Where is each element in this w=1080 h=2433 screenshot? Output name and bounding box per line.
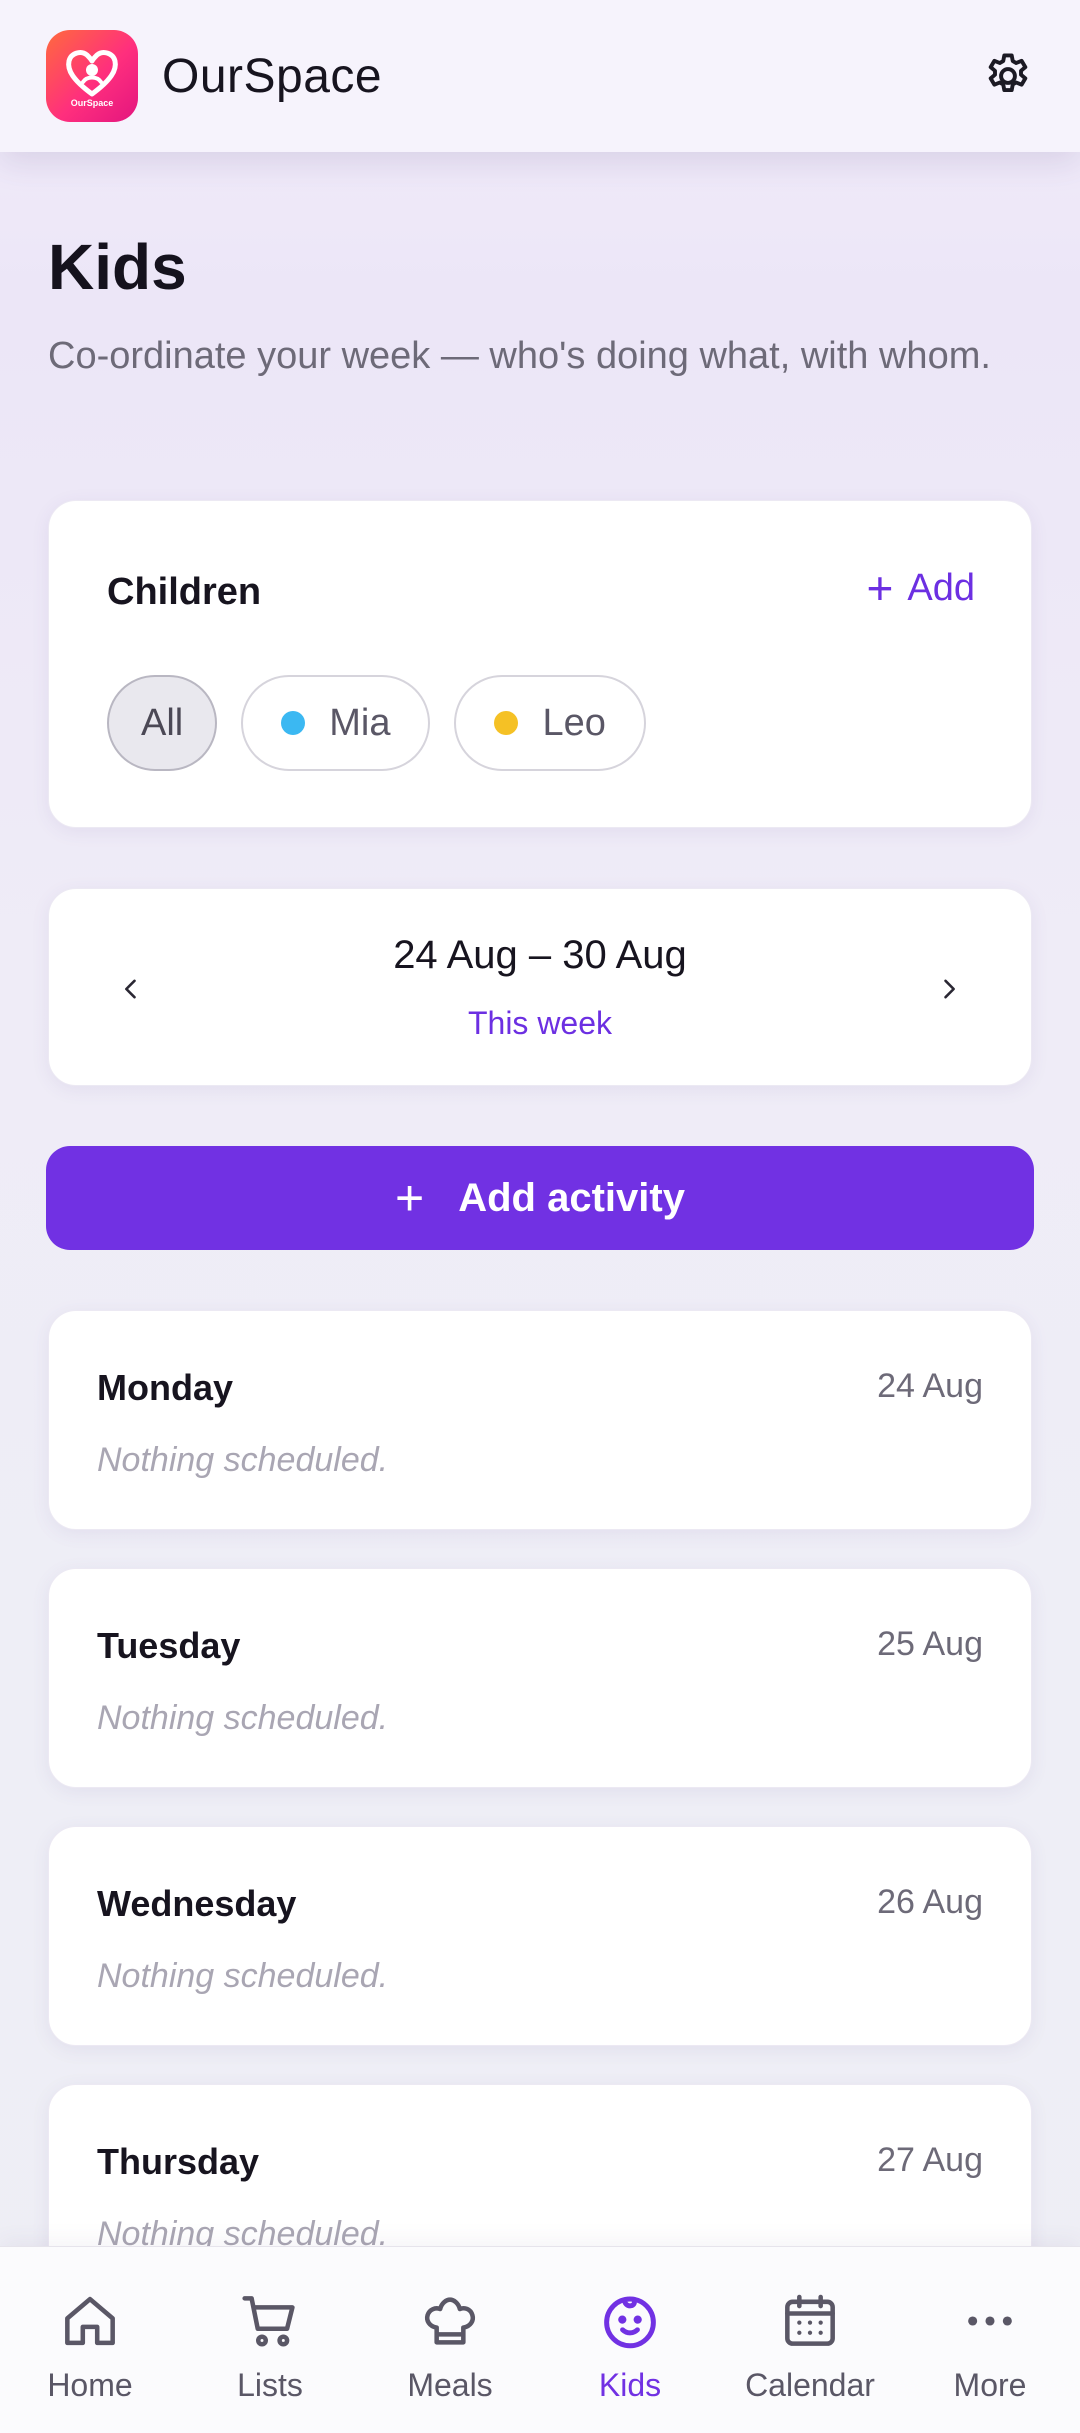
nav-label: Calendar [745,2367,875,2403]
day-name: Monday [97,1367,234,1408]
heart-logo-icon [66,50,118,97]
empty-state-text: Nothing scheduled. [97,1699,389,1737]
bottom-nav: Home Lists Meals Kids Calendar More [0,2246,1080,2433]
kid-face-icon [597,2285,663,2357]
logo-text: OurSpace [70,98,114,108]
children-card: Children + Add All Mia Leo [48,500,1032,828]
add-activity-button[interactable]: + Add activity [46,1146,1034,1250]
nav-lists[interactable]: Lists [190,2285,350,2404]
page-title: Kids [48,231,187,303]
chip-label: All [141,701,184,744]
cart-icon [238,2285,302,2357]
chevron-left-icon [125,979,136,999]
empty-state-text: Nothing scheduled. [97,1441,389,1479]
calendar-icon [778,2285,842,2357]
week-range: 24 Aug – 30 Aug [393,933,687,977]
day-name: Thursday [97,2141,260,2182]
nav-label: Home [47,2367,133,2403]
day-date: 24 Aug [877,1367,983,1405]
day-date: 25 Aug [877,1625,983,1663]
plus-icon: + [866,562,894,614]
add-child-button[interactable]: + Add [867,565,976,611]
nav-label: Kids [598,2367,662,2403]
nav-meals[interactable]: Meals [370,2285,530,2404]
chip-label: Mia [329,701,391,744]
child-filter-chips: All Mia Leo [107,675,646,771]
app-logo[interactable]: OurSpace [46,30,138,122]
plus-icon: + [395,1170,425,1226]
week-label: This week [467,1005,613,1041]
nav-kids[interactable]: Kids [550,2285,710,2404]
nav-label: Meals [407,2367,493,2403]
chip-label: Leo [542,701,606,744]
day-date: 27 Aug [877,2141,983,2179]
chip-leo[interactable]: Leo [454,675,646,771]
settings-button[interactable] [978,46,1038,106]
day-name: Wednesday [97,1883,297,1924]
chip-all[interactable]: All [107,675,218,771]
day-name: Tuesday [97,1625,241,1666]
page-subtitle: Co-ordinate your week — who's doing what… [48,335,991,377]
chef-hat-icon [418,2285,482,2357]
nav-home[interactable]: Home [10,2285,170,2404]
nav-more[interactable]: More [910,2285,1070,2404]
nav-calendar[interactable]: Calendar [730,2285,890,2404]
add-activity-label: Add activity [458,1175,685,1220]
child-color-dot [494,711,519,735]
add-child-label: Add [907,566,975,609]
next-week-button[interactable] [919,959,979,1019]
week-selector: 24 Aug – 30 Aug This week [48,888,1032,1086]
top-bar: OurSpace OurSpace [0,0,1080,152]
gear-icon [988,53,1028,93]
nav-label: Lists [237,2367,303,2403]
more-icon [958,2285,1022,2357]
empty-state-text: Nothing scheduled. [97,1957,389,1995]
home-icon [58,2285,122,2357]
child-color-dot [281,711,306,735]
day-card-monday[interactable]: Monday 24 Aug Nothing scheduled. [48,1310,1032,1530]
children-title: Children [107,571,262,613]
nav-label: More [953,2367,1027,2403]
day-card-tuesday[interactable]: Tuesday 25 Aug Nothing scheduled. [48,1568,1032,1788]
app-name: OurSpace [162,49,383,103]
chevron-right-icon [944,979,955,999]
day-date: 26 Aug [877,1883,983,1921]
chip-mia[interactable]: Mia [241,675,431,771]
day-card-wednesday[interactable]: Wednesday 26 Aug Nothing scheduled. [48,1826,1032,2046]
